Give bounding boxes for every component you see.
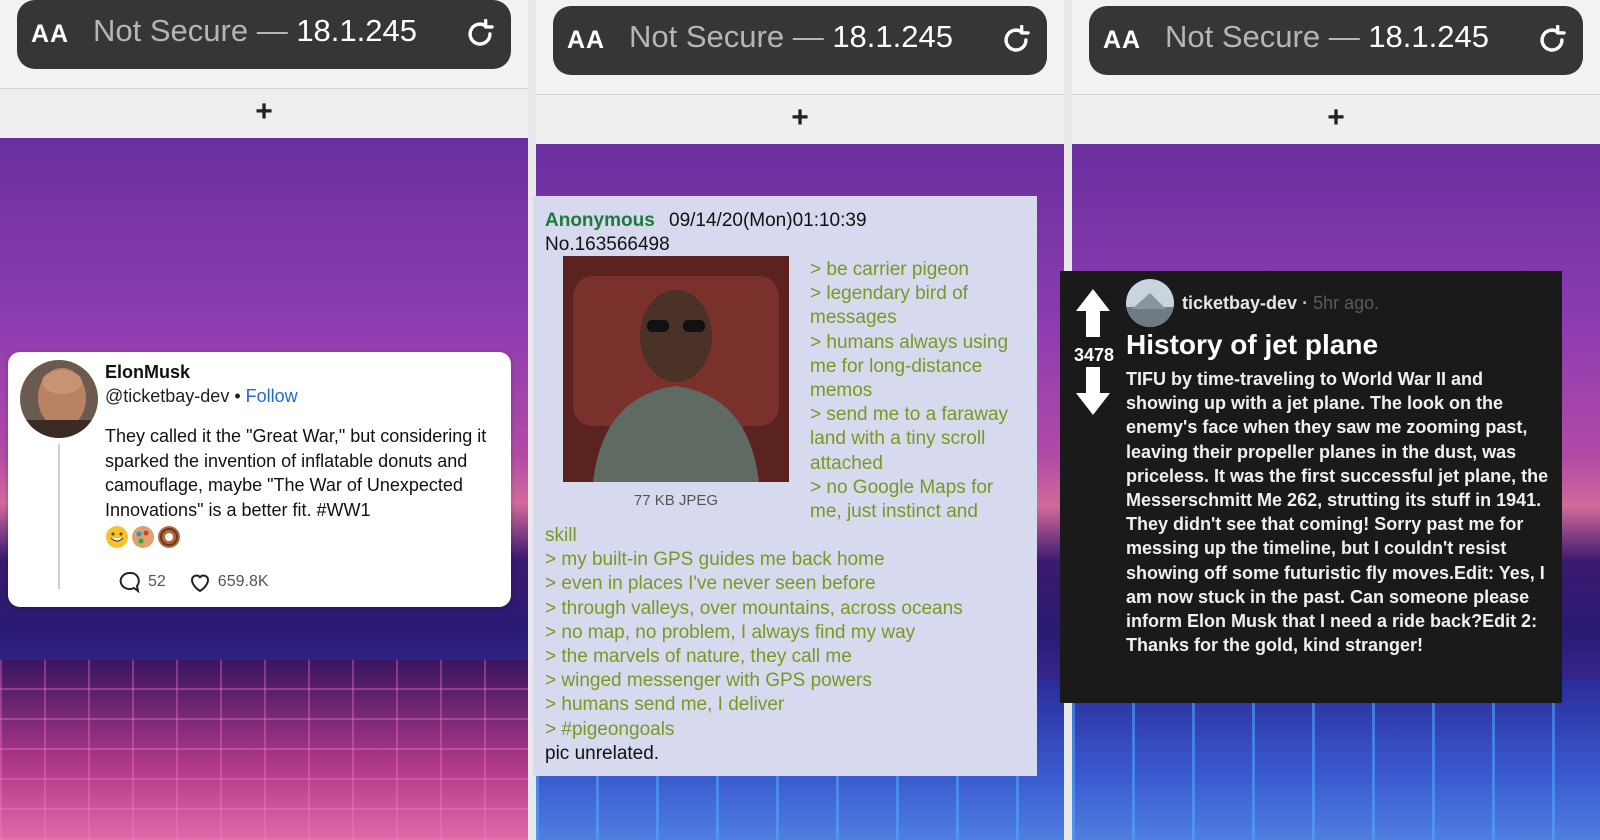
post-title[interactable]: History of jet plane [1126,329,1378,361]
post-meta: ticketbay-dev · 5hr ago. [1182,293,1380,313]
greentext-bottom: skill > my built-in GPS guides me back h… [545,524,1030,766]
imageboard-post: Anonymous 09/14/20(Mon)01:10:39 No.16356… [533,196,1037,776]
reload-icon[interactable] [1535,23,1569,57]
tweet-actions: 52 659.8K [118,570,269,594]
address-bar[interactable]: AA Not Secure — 18.1.245 [553,6,1047,75]
greentext-line: > even in places I've never seen before [545,573,876,595]
greentext-line: skill [545,525,577,546]
thread-line [58,444,60,589]
post-number[interactable]: No.163566498 [545,234,670,256]
display-name[interactable]: ElonMusk [105,362,190,383]
grid-floor [0,660,528,840]
greentext-right: > be carrier pigeon > legendary bird of … [810,258,1030,524]
emoji-icons [106,526,180,548]
closing-line: pic unrelated. [545,742,660,764]
reply-icon[interactable] [118,570,142,594]
greentext-line: > the marvels of nature, they call me [545,646,852,668]
greentext-line: > winged messenger with GPS powers [545,670,872,692]
greentext-line: > my built-in GPS guides me back home [545,549,885,571]
upvote-arrow-icon[interactable] [1076,289,1110,337]
greentext-line: > humans send me, I deliver [545,694,785,716]
new-tab-button[interactable]: + [536,101,1064,135]
greentext-line: > no Google Maps for me, just instinct a… [810,476,994,523]
reddit-post: 3478 ticketbay-dev · 5hr ago. History of… [1060,271,1562,703]
post-image[interactable] [563,256,789,482]
post-datetime: 09/14/20(Mon)01:10:39 [669,210,867,231]
post-body: TIFU by time-traveling to World War II a… [1126,369,1549,656]
greentext-line: > no map, no problem, I always find my w… [545,621,916,643]
tweet-text: They called it the "Great War," but cons… [105,426,487,520]
avatar[interactable] [20,360,98,438]
greentext-line: > legendary bird of messages [810,283,968,329]
reader-mode-button[interactable]: AA [1103,26,1141,55]
address-bar[interactable]: AA Not Secure — 18.1.245 [17,0,511,69]
grid-floor [1072,680,1600,840]
url-text[interactable]: Not Secure — 18.1.245 [93,13,417,49]
tweet-card[interactable]: ElonMusk @ticketbay-dev • Follow They ca… [8,352,511,607]
tab-bar: + [536,94,1064,145]
tab-bar: + [0,88,528,139]
url-text[interactable]: Not Secure — 18.1.245 [629,19,953,55]
greentext-line: > #pigeongoals [545,718,675,740]
url-text[interactable]: Not Secure — 18.1.245 [1165,19,1489,55]
file-info: 77 KB JPEG [633,492,719,509]
username[interactable]: @ticketbay-dev [105,386,229,406]
new-tab-button[interactable]: + [0,95,528,129]
heart-icon[interactable] [188,570,212,594]
reload-icon[interactable] [463,17,497,51]
greentext-line: > send me to a faraway land with a tiny … [810,404,1009,474]
vote-score: 3478 [1073,345,1115,365]
reader-mode-button[interactable]: AA [567,26,605,55]
downvote-arrow-icon[interactable] [1076,367,1110,415]
reply-count: 52 [148,573,166,590]
user-avatar[interactable] [1126,279,1174,327]
reload-icon[interactable] [999,23,1033,57]
tab-bar: + [1072,94,1600,145]
post-time: 5hr ago. [1313,293,1380,313]
greentext-line: > humans always using me for long-distan… [810,331,1009,402]
username[interactable]: ticketbay-dev [1182,293,1297,313]
address-bar[interactable]: AA Not Secure — 18.1.245 [1089,6,1583,75]
poster-name: Anonymous [545,210,655,231]
new-tab-button[interactable]: + [1072,101,1600,135]
handle-line: @ticketbay-dev • Follow [105,386,298,406]
like-count: 659.8K [217,573,269,590]
reader-mode-button[interactable]: AA [31,20,69,49]
follow-link[interactable]: Follow [246,386,298,406]
greentext-line: > through valleys, over mountains, acros… [545,597,963,619]
greentext-line: > be carrier pigeon [810,259,969,280]
